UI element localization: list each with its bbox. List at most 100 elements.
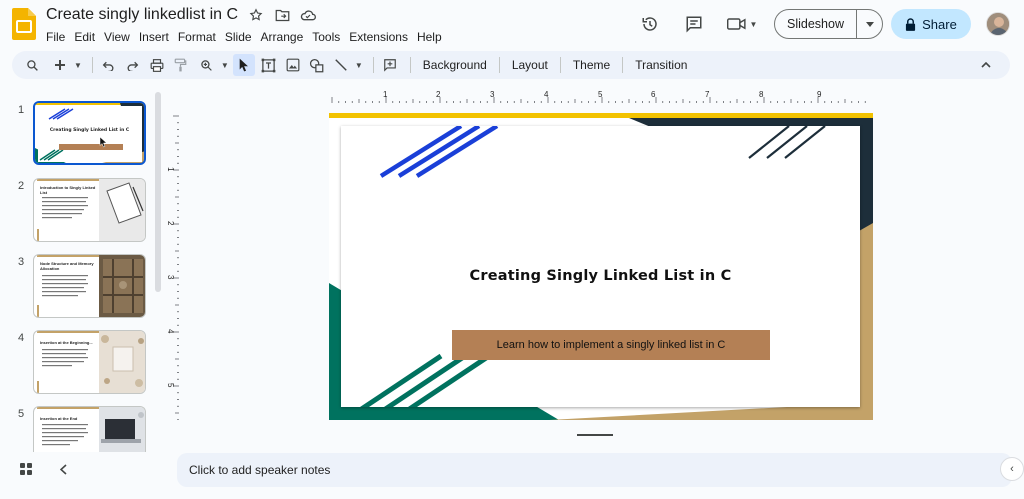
grid-view-icon[interactable] [20, 463, 32, 478]
new-slide-plus-icon[interactable] [50, 55, 70, 75]
insert-image-icon[interactable] [283, 55, 303, 75]
zoom-dropdown-icon[interactable]: ▼ [221, 61, 229, 70]
thumb-accent-bar [37, 305, 39, 317]
menu-edit[interactable]: Edit [74, 28, 101, 46]
menu-view[interactable]: View [104, 28, 136, 46]
thumb-bullets-art [42, 275, 88, 297]
text-box-icon[interactable] [259, 55, 279, 75]
meet-call-icon[interactable]: ▼ [724, 10, 760, 38]
thumb-accent-bar [37, 407, 99, 409]
slide-subtitle-box[interactable]: Learn how to implement a singly linked l… [452, 330, 770, 360]
collapse-toolbar-icon[interactable] [976, 55, 996, 75]
share-button[interactable]: Share [891, 9, 971, 39]
zoom-icon[interactable] [197, 55, 217, 75]
ruler-number: 3 [490, 90, 495, 99]
paint-format-icon[interactable] [171, 55, 191, 75]
thumb-accent-bar [37, 229, 39, 241]
thumb-accent-bar [37, 331, 99, 333]
transition-button[interactable]: Transition [629, 58, 693, 72]
slide-thumbnail-1[interactable]: Creating Singly Linked List in C [33, 101, 146, 165]
menu-format[interactable]: Format [178, 28, 222, 46]
ruler-number: 5 [598, 90, 603, 99]
slide-thumbnail-3[interactable]: Node Structure and Memory Allocation [33, 254, 146, 318]
star-icon[interactable] [248, 7, 264, 23]
line-icon[interactable] [331, 55, 351, 75]
add-comment-icon[interactable] [380, 55, 400, 75]
share-label: Share [922, 16, 957, 32]
thumb-number: 4 [18, 332, 25, 344]
menu-help[interactable]: Help [417, 28, 448, 46]
slide-thumbnail-4[interactable]: Insertion at the Beginning... [33, 330, 146, 394]
thumb-bullets-art [42, 424, 88, 446]
menu-slide[interactable]: Slide [225, 28, 258, 46]
thumb-photo-laptop [99, 407, 145, 452]
thumb-number: 1 [18, 104, 25, 116]
undo-icon[interactable] [99, 55, 119, 75]
toolbar: ▼ ▼ ▼ Background Layout Theme Transition [12, 51, 1010, 79]
ruler-number: 8 [759, 90, 764, 99]
avatar[interactable] [986, 12, 1010, 36]
filmstrip: 1 Creating Singly Linked List in C 2 Int… [0, 92, 160, 452]
menu-tools[interactable]: Tools [312, 28, 346, 46]
toolbar-divider [622, 57, 624, 73]
shapes-icon[interactable] [307, 55, 327, 75]
slide-content-card: Creating Singly Linked List in C Learn h… [341, 126, 860, 407]
select-cursor-icon[interactable] [232, 54, 255, 76]
toolbar-divider [409, 57, 411, 73]
ruler-number: 2 [436, 90, 441, 99]
document-title[interactable]: Create singly linkedlist in C [46, 6, 238, 24]
slide-title[interactable]: Creating Singly Linked List in C [341, 268, 860, 284]
move-folder-icon[interactable] [274, 7, 290, 23]
search-menus-icon[interactable] [22, 55, 42, 75]
menu-insert[interactable]: Insert [139, 28, 175, 46]
redo-icon[interactable] [123, 55, 143, 75]
slides-logo-icon[interactable] [12, 8, 36, 40]
thumb-title: Introduction to Singly Linked List [40, 185, 96, 195]
slide-canvas[interactable]: Creating Singly Linked List in C Learn h… [329, 113, 873, 420]
horizontal-ruler: 1 2 3 4 5 6 7 8 9 [331, 90, 866, 103]
slide-thumbnail-2[interactable]: Introduction to Singly Linked List [33, 178, 146, 242]
version-history-icon[interactable] [636, 10, 664, 38]
line-dropdown-icon[interactable]: ▼ [355, 61, 363, 70]
notes-resize-handle[interactable] [577, 434, 613, 436]
background-button[interactable]: Background [417, 58, 493, 72]
menu-file[interactable]: File [46, 28, 71, 46]
ruler-number: 1 [383, 90, 388, 99]
thumb-photo-notebook [99, 179, 145, 241]
layout-button[interactable]: Layout [506, 58, 554, 72]
theme-button[interactable]: Theme [567, 58, 616, 72]
thumb-title: Node Structure and Memory Allocation [40, 261, 94, 271]
thumb-number: 3 [18, 256, 25, 268]
speaker-notes[interactable]: Click to add speaker notes [177, 453, 1012, 487]
app-header: Create singly linkedlist in C File Edit … [0, 0, 1024, 50]
menu-extensions[interactable]: Extensions [349, 28, 414, 46]
side-panel-toggle-icon[interactable]: ‹ [1000, 457, 1024, 481]
slide-decor-stripes [359, 126, 826, 407]
ruler-number: 4 [166, 329, 175, 334]
ruler-number: 6 [651, 90, 656, 99]
slideshow-button[interactable]: Slideshow [775, 10, 856, 38]
menu-bar: File Edit View Insert Format Slide Arran… [46, 28, 451, 46]
toolbar-divider [498, 57, 500, 73]
filmstrip-scrollbar[interactable] [155, 92, 161, 292]
mouse-pointer-icon [99, 136, 107, 148]
thumb-number: 2 [18, 180, 25, 192]
print-icon[interactable] [147, 55, 167, 75]
cloud-status-icon[interactable] [300, 7, 317, 23]
comments-icon[interactable] [680, 10, 708, 38]
collapse-filmstrip-icon[interactable] [59, 463, 67, 478]
ruler-number: 5 [166, 383, 175, 388]
thumb-bullets-art [42, 197, 88, 219]
menu-arrange[interactable]: Arrange [261, 28, 310, 46]
thumb-photo-flatlay [99, 331, 145, 393]
slideshow-dropdown-icon[interactable] [856, 10, 882, 38]
ruler-number: 4 [544, 90, 549, 99]
thumb-1-art [35, 103, 144, 163]
vertical-ruler: 1 2 3 4 5 [166, 115, 179, 420]
thumb-title: Insertion at the End [40, 416, 78, 421]
thumb-title: Insertion at the Beginning... [40, 340, 93, 345]
new-slide-dropdown-icon[interactable]: ▼ [74, 61, 82, 70]
slideshow-group: Slideshow [774, 9, 883, 39]
ruler-number: 1 [166, 167, 175, 172]
slide-thumbnail-5[interactable]: Insertion at the End [33, 406, 146, 452]
